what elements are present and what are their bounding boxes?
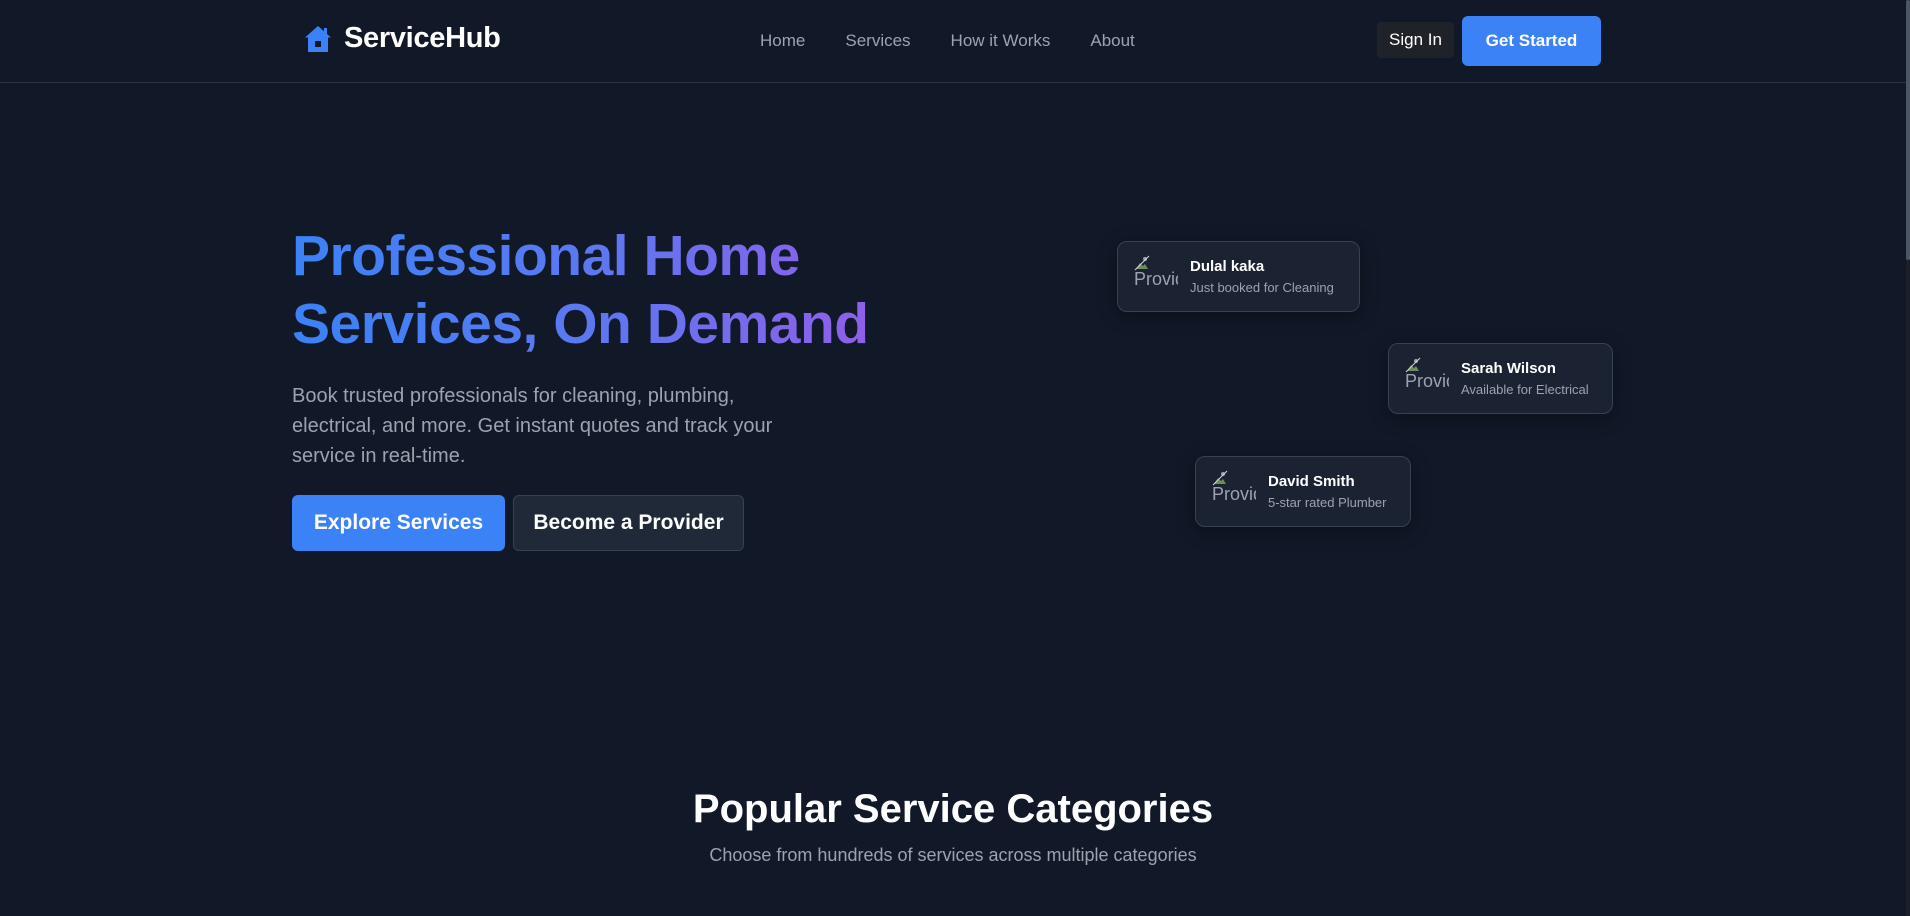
card-name: Sarah Wilson: [1461, 359, 1556, 377]
nav-link-home[interactable]: Home: [760, 30, 805, 52]
categories-title: Popular Service Categories: [692, 787, 1214, 831]
avatar-alt-text: Provider: [1405, 370, 1449, 391]
card-text: Dulal kaka Just booked for Cleaning: [1190, 258, 1334, 296]
avatar-alt-text: Provider: [1212, 483, 1256, 504]
page-scrollbar-thumb[interactable]: [1906, 0, 1910, 260]
hero-title-line-1: Professional Home: [292, 224, 800, 288]
get-started-button[interactable]: Get Started: [1462, 16, 1601, 66]
card-status: Available for Electrical: [1461, 381, 1589, 397]
card-name: Dulal kaka: [1190, 257, 1265, 275]
house-icon: [305, 25, 331, 52]
activity-card: Provider Sarah Wilson Available for Elec…: [1388, 343, 1613, 414]
avatar: Provider: [1212, 470, 1256, 514]
brand-logo[interactable]: ServiceHub: [302, 22, 501, 55]
main-nav: Home Services How it Works About: [760, 30, 1175, 52]
card-text: David Smith 5-star rated Plumber: [1268, 473, 1387, 511]
explore-services-button[interactable]: Explore Services: [292, 495, 505, 551]
brand-name: ServiceHub: [344, 22, 501, 54]
card-name: David Smith: [1268, 472, 1355, 490]
hero-title: Professional Home Services, On Demand: [292, 222, 932, 358]
avatar: Provider: [1405, 357, 1449, 401]
top-navbar: ServiceHub Home Services How it Works Ab…: [0, 0, 1910, 83]
hero-subtitle: Book trusted professionals for cleaning,…: [292, 385, 773, 467]
avatar-alt-text: Provider: [1134, 268, 1178, 289]
nav-link-services[interactable]: Services: [845, 30, 910, 52]
avatar: Provider: [1134, 255, 1178, 299]
categories-subtitle: Choose from hundreds of services across …: [709, 845, 1197, 865]
card-status: 5-star rated Plumber: [1268, 494, 1387, 510]
card-text: Sarah Wilson Available for Electrical: [1461, 360, 1589, 398]
nav-link-about[interactable]: About: [1090, 30, 1134, 52]
sign-in-button[interactable]: Sign In: [1377, 22, 1454, 58]
activity-card: Provider David Smith 5-star rated Plumbe…: [1195, 456, 1411, 527]
become-provider-button[interactable]: Become a Provider: [513, 495, 744, 551]
nav-link-how-it-works[interactable]: How it Works: [951, 30, 1051, 52]
card-status: Just booked for Cleaning: [1190, 279, 1334, 295]
hero-title-line-2: Services, On Demand: [292, 292, 869, 356]
activity-card: Provider Dulal kaka Just booked for Clea…: [1117, 241, 1360, 312]
